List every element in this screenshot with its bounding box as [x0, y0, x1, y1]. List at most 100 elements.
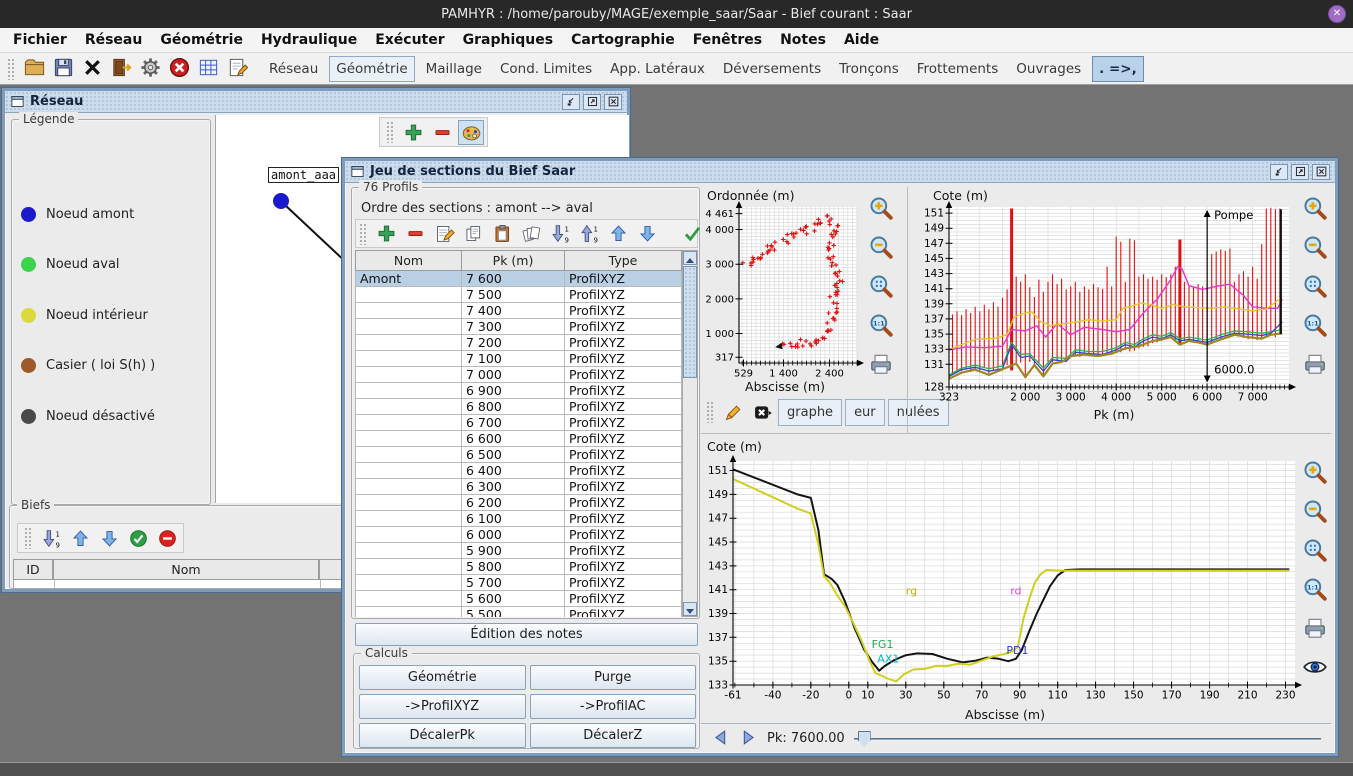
profil-row[interactable]: 6 100ProfilXYZ: [356, 511, 682, 527]
profil-row[interactable]: 5 500ProfilXYZ: [356, 607, 682, 618]
profil-cell[interactable]: ProfilXYZ: [565, 607, 682, 618]
menu-fenetres[interactable]: Fenêtres: [684, 29, 771, 51]
sections-toolbar-grip[interactable]: [359, 223, 367, 245]
grid-table-icon[interactable]: [194, 55, 223, 82]
validate-icon[interactable]: [125, 526, 151, 551]
edit-notes-button[interactable]: Édition des notes: [355, 623, 698, 646]
long-profile-chart[interactable]: 3232 0003 0004 0005 0006 0007 0001511491…: [923, 201, 1305, 405]
profil-cell[interactable]: [356, 591, 462, 607]
profil-cell[interactable]: ProfilXYZ: [565, 335, 682, 351]
profil-cell[interactable]: ProfilXYZ: [565, 431, 682, 447]
profil-row[interactable]: Amont7 600ProfilXYZ: [356, 271, 682, 287]
calc-button-profilxyz[interactable]: ->ProfilXYZ: [359, 694, 526, 719]
maximize-button[interactable]: [1291, 164, 1309, 180]
profil-cell[interactable]: 6 400: [462, 463, 565, 479]
settings-gear-icon[interactable]: [136, 55, 165, 82]
menu-fichier[interactable]: Fichier: [4, 29, 76, 51]
biefs-toolbar-grip[interactable]: [24, 527, 32, 549]
zoom-fit-icon[interactable]: [1300, 535, 1330, 563]
profils-column-nom[interactable]: Nom: [356, 251, 462, 271]
profil-cell[interactable]: ProfilXYZ: [565, 447, 682, 463]
profil-cell[interactable]: 5 700: [462, 575, 565, 591]
profil-cell[interactable]: ProfilXYZ: [565, 591, 682, 607]
door-arrow-icon[interactable]: [107, 55, 136, 82]
toolbar-button-ouvrages[interactable]: Ouvrages: [1009, 56, 1088, 82]
erase-icon[interactable]: [749, 400, 775, 425]
menu-aide[interactable]: Aide: [835, 29, 888, 51]
delete-node-icon[interactable]: [429, 120, 455, 145]
profil-cell[interactable]: [356, 319, 462, 335]
toolbar-button-item[interactable]: . =>,: [1092, 56, 1144, 82]
profil-cell[interactable]: 5 600: [462, 591, 565, 607]
profil-cell[interactable]: 7 600: [462, 271, 565, 287]
zoom-1-1-icon[interactable]: [866, 310, 896, 338]
profil-cell[interactable]: ProfilXYZ: [565, 511, 682, 527]
profil-cell[interactable]: [356, 559, 462, 575]
print-icon[interactable]: [1300, 613, 1330, 641]
profil-cell[interactable]: ProfilXYZ: [565, 543, 682, 559]
profil-cell[interactable]: 6 300: [462, 479, 565, 495]
tab-eur[interactable]: eur: [845, 399, 885, 426]
profil-cell[interactable]: 7 500: [462, 287, 565, 303]
menu-notes[interactable]: Notes: [771, 29, 835, 51]
profil-cell[interactable]: ProfilXYZ: [565, 303, 682, 319]
profil-cell[interactable]: ProfilXYZ: [565, 463, 682, 479]
pk-slider-track[interactable]: [854, 738, 1321, 741]
profil-row[interactable]: 5 900ProfilXYZ: [356, 543, 682, 559]
profil-cell[interactable]: 6 600: [462, 431, 565, 447]
notes-icon[interactable]: [223, 55, 252, 82]
profil-cell[interactable]: [356, 303, 462, 319]
minimize-button[interactable]: [562, 94, 580, 110]
profil-cell[interactable]: ProfilXYZ: [565, 287, 682, 303]
profil-cell[interactable]: ProfilXYZ: [565, 271, 682, 287]
profil-cell[interactable]: 5 900: [462, 543, 565, 559]
zoom-1-1-icon[interactable]: [1300, 310, 1330, 338]
menu-reseau[interactable]: Réseau: [76, 29, 152, 51]
profil-row[interactable]: 7 200ProfilXYZ: [356, 335, 682, 351]
copy-icon[interactable]: [460, 221, 486, 246]
toolbar-button-deversements[interactable]: Déversements: [716, 56, 828, 82]
profil-cell[interactable]: 7 000: [462, 367, 565, 383]
visibility-icon[interactable]: [1300, 652, 1330, 680]
sort-descending-icon[interactable]: [38, 526, 64, 551]
profil-cell[interactable]: 6 200: [462, 495, 565, 511]
menu-executer[interactable]: Exécuter: [366, 29, 453, 51]
profil-cell[interactable]: [356, 479, 462, 495]
profil-cell[interactable]: [356, 527, 462, 543]
menu-geometrie[interactable]: Géométrie: [151, 29, 252, 51]
toolbar-button-troncons[interactable]: Tronçons: [832, 56, 906, 82]
profil-cell[interactable]: 7 100: [462, 351, 565, 367]
move-down-icon[interactable]: [96, 526, 122, 551]
save-icon[interactable]: [49, 55, 78, 82]
close-button[interactable]: [1312, 164, 1330, 180]
toolbar-button-cond-limites[interactable]: Cond. Limites: [493, 56, 599, 82]
sort-ascending-icon[interactable]: [576, 221, 602, 246]
add-node-icon[interactable]: [400, 120, 426, 145]
profil-row[interactable]: 7 500ProfilXYZ: [356, 287, 682, 303]
previous-section-button[interactable]: [711, 728, 732, 749]
profils-scrollbar[interactable]: [682, 250, 698, 617]
menu-hydraulique[interactable]: Hydraulique: [252, 29, 366, 51]
profil-cell[interactable]: [356, 415, 462, 431]
profils-column-type[interactable]: Type: [565, 251, 682, 271]
profil-cell[interactable]: 6 500: [462, 447, 565, 463]
profil-cell[interactable]: 6 100: [462, 511, 565, 527]
profils-column-pk-m[interactable]: Pk (m): [462, 251, 565, 271]
toolbar-button-maillage[interactable]: Maillage: [419, 56, 489, 82]
profil-row[interactable]: 7 400ProfilXYZ: [356, 303, 682, 319]
profil-cell[interactable]: 6 800: [462, 399, 565, 415]
toolbar-grip[interactable]: [7, 58, 15, 80]
profil-row[interactable]: 7 300ProfilXYZ: [356, 319, 682, 335]
profil-row[interactable]: 6 000ProfilXYZ: [356, 527, 682, 543]
biefs-column-nom[interactable]: Nom: [53, 559, 319, 580]
profil-cell[interactable]: 6 900: [462, 383, 565, 399]
calc-button-decalerz[interactable]: DécalerZ: [530, 723, 697, 748]
tab-graphe[interactable]: graphe: [778, 399, 842, 426]
profil-cell[interactable]: [356, 447, 462, 463]
profil-cell[interactable]: [356, 335, 462, 351]
profil-row[interactable]: 7 000ProfilXYZ: [356, 367, 682, 383]
zoom-1-1-icon[interactable]: [1300, 574, 1330, 602]
canvas-toolbar-grip[interactable]: [386, 121, 394, 143]
profil-cell[interactable]: 7 400: [462, 303, 565, 319]
profil-cell[interactable]: ProfilXYZ: [565, 495, 682, 511]
